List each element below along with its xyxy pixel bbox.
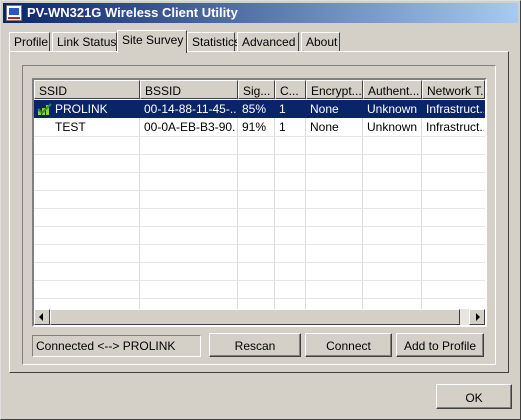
title-bar[interactable]: PV-WN321G Wireless Client Utility (3, 3, 518, 23)
network-row-prolink[interactable]: PROLINK 00-14-88-11-45-... 85% 1 None Un… (34, 100, 485, 118)
column-header-network-type[interactable]: Network T... (422, 80, 485, 99)
column-header-signal[interactable]: Sig... (238, 80, 275, 99)
network-row-test[interactable]: TEST 00-0A-EB-B3-90... 91% 1 None Unknow… (34, 118, 485, 136)
tab-site-survey[interactable]: Site Survey (117, 30, 187, 53)
cell-bssid: 00-14-88-11-45-... (144, 102, 236, 116)
cell-encryption: None (310, 102, 339, 116)
cell-network-type: Infrastruct... (426, 102, 484, 116)
tab-advanced[interactable]: Advanced (237, 32, 299, 51)
network-list[interactable]: SSID BSSID Sig... C... Encrypt... Authen… (32, 78, 487, 327)
rescan-button[interactable]: Rescan (209, 333, 301, 357)
cell-network-type: Infrastruct... (426, 120, 484, 134)
grid-line (34, 208, 485, 209)
tab-link-status[interactable]: Link Status (52, 32, 117, 51)
cell-channel: 1 (279, 120, 286, 134)
column-header-bssid[interactable]: BSSID (140, 80, 238, 99)
arrow-right-icon[interactable] (469, 309, 485, 325)
horizontal-scrollbar[interactable] (34, 309, 485, 325)
add-to-profile-button[interactable]: Add to Profile (396, 333, 484, 357)
grid-line (34, 154, 485, 155)
cell-ssid: TEST (55, 120, 86, 134)
cell-signal: 91% (242, 120, 267, 134)
window-title: PV-WN321G Wireless Client Utility (27, 5, 238, 20)
grid-line (34, 226, 485, 227)
column-header-encryption[interactable]: Encrypt... (306, 80, 363, 99)
cell-authentication: Unknown (367, 102, 418, 116)
column-header-ssid[interactable]: SSID (34, 80, 140, 99)
connect-button[interactable]: Connect (305, 333, 392, 357)
connection-status: Connected <--> PROLINK (32, 335, 201, 357)
column-header-channel[interactable]: C... (275, 80, 306, 99)
grid-line (34, 244, 485, 245)
cell-authentication: Unknown (367, 120, 418, 134)
connected-signal-icon (37, 103, 52, 115)
scrollbar-thumb[interactable] (50, 309, 460, 325)
cell-ssid: PROLINK (55, 102, 108, 116)
grid-line (34, 172, 485, 173)
app-icon (6, 5, 22, 21)
ok-button[interactable]: OK (436, 384, 512, 409)
cell-encryption: None (310, 120, 339, 134)
cell-signal: 85% (242, 102, 267, 116)
cell-channel: 1 (279, 102, 286, 116)
tab-statistics[interactable]: Statistics (187, 32, 240, 51)
grid-line (34, 190, 485, 191)
column-header-authentication[interactable]: Authent... (363, 80, 422, 99)
grid-line (34, 262, 485, 263)
cell-bssid: 00-0A-EB-B3-90... (144, 120, 236, 134)
arrow-left-icon[interactable] (34, 309, 50, 325)
grid-line (34, 280, 485, 281)
grid-line (34, 136, 485, 137)
tab-about[interactable]: About (301, 32, 340, 51)
tab-profile[interactable]: Profile (9, 32, 50, 51)
grid-line (34, 298, 485, 299)
